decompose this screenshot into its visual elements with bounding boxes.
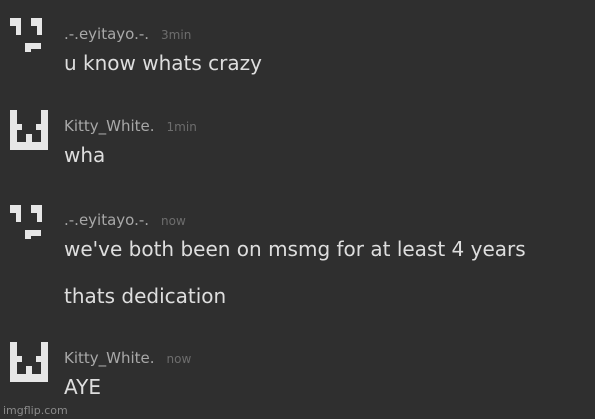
timestamp: now bbox=[161, 214, 186, 228]
message-text: thats dedication bbox=[64, 284, 227, 308]
timestamp: 3min bbox=[161, 28, 192, 42]
message-header: Kitty_White. now bbox=[64, 350, 191, 366]
pixel-cat-avatar-icon[interactable] bbox=[10, 110, 50, 150]
username[interactable]: Kitty_White. bbox=[64, 349, 155, 367]
pixel-face-avatar-icon[interactable] bbox=[10, 205, 50, 245]
message-text: we've both been on msmg for at least 4 y… bbox=[64, 237, 526, 261]
pixel-cat-avatar-icon[interactable] bbox=[10, 342, 50, 382]
timestamp: 1min bbox=[166, 120, 197, 134]
message-text: u know whats crazy bbox=[64, 51, 262, 75]
username[interactable]: .-.eyitayo.-. bbox=[64, 25, 149, 43]
pixel-face-avatar-icon[interactable] bbox=[10, 18, 50, 58]
message-header: .-.eyitayo.-. now bbox=[64, 212, 186, 228]
message-header: .-.eyitayo.-. 3min bbox=[64, 26, 191, 42]
timestamp: now bbox=[166, 352, 192, 366]
message-text: wha bbox=[64, 143, 106, 167]
username[interactable]: .-.eyitayo.-. bbox=[64, 211, 149, 229]
username[interactable]: Kitty_White. bbox=[64, 117, 155, 135]
watermark: imgflip.com bbox=[3, 404, 68, 417]
message-text: AYE bbox=[64, 375, 101, 399]
message-header: Kitty_White. 1min bbox=[64, 118, 197, 134]
